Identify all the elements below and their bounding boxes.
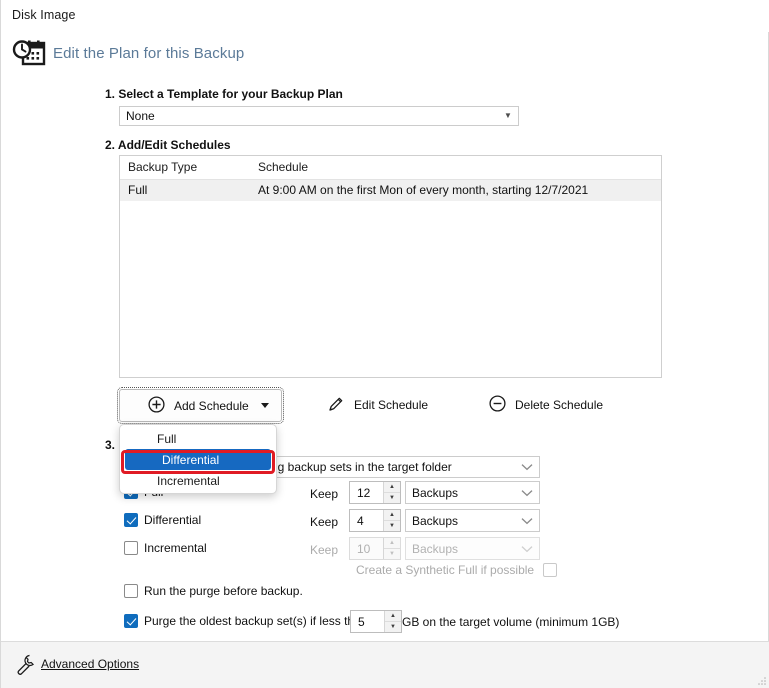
add-schedule-label: Add Schedule	[174, 398, 249, 413]
disk-image-wizard-window: Disk Image Edit the Plan for this Backup…	[0, 0, 769, 688]
stepper-down-icon[interactable]: ▼	[385, 622, 401, 632]
run-purge-before-backup-row[interactable]: Run the purge before backup.	[124, 584, 303, 598]
schedule-list-header: Backup Type Schedule	[120, 156, 661, 180]
step-2-label: 2. Add/Edit Schedules	[105, 138, 231, 152]
template-select-value: None	[126, 109, 155, 123]
stepper-down-icon: ▼	[384, 549, 400, 559]
cell-schedule: At 9:00 AM on the first Mon of every mon…	[258, 183, 589, 197]
caret-down-icon: ▼	[504, 111, 512, 120]
purge-oldest-threshold-stepper[interactable]: 5 ▲ ▼	[350, 610, 402, 633]
step-3-number: 3.	[105, 438, 116, 452]
purge-scope-select[interactable]: ng backup sets in the target folder	[264, 456, 540, 478]
synthetic-full-checkbox	[543, 563, 558, 577]
keep-label-differential: Keep	[310, 515, 339, 529]
purge-incremental-checkbox-row[interactable]: Incremental	[124, 541, 207, 555]
keep-unit-incremental-value: Backups	[412, 541, 459, 556]
menu-item-differential[interactable]: Differential	[125, 449, 271, 470]
template-select[interactable]: None ▼	[119, 106, 519, 126]
keep-unit-differential-select[interactable]: Backups	[405, 509, 540, 532]
purge-scope-value: ng backup sets in the target folder	[271, 460, 452, 474]
purge-differential-checkbox-row[interactable]: Differential	[124, 513, 201, 527]
keep-unit-differential-value: Backups	[412, 513, 459, 528]
edit-schedule-label: Edit Schedule	[354, 398, 429, 412]
keep-label-incremental: Keep	[310, 543, 339, 557]
synthetic-full-label: Create a Synthetic Full if possible	[356, 563, 535, 577]
minus-circle-icon	[489, 395, 506, 415]
keep-count-differential-value: 4	[357, 514, 364, 528]
keep-unit-full-select[interactable]: Backups	[405, 481, 540, 504]
purge-oldest-threshold-value: 5	[358, 615, 365, 629]
pencil-icon	[327, 395, 345, 416]
stepper-down-icon[interactable]: ▼	[384, 521, 400, 531]
keep-unit-full-value: Backups	[412, 485, 459, 500]
run-purge-before-backup-label: Run the purge before backup.	[144, 584, 303, 598]
column-header-backup-type: Backup Type	[128, 160, 198, 174]
wizard-footer: Advanced Options Help < Back Next > Canc…	[1, 641, 769, 688]
add-schedule-button[interactable]: Add Schedule	[117, 387, 284, 424]
stepper-buttons: ▲ ▼	[383, 538, 400, 559]
window-titlebar: Disk Image	[1, 0, 769, 32]
stepper-up-icon[interactable]: ▲	[384, 510, 400, 521]
keep-count-incremental-value: 10	[357, 542, 371, 556]
menu-item-full[interactable]: Full	[120, 428, 276, 449]
stepper-up-icon[interactable]: ▲	[384, 482, 400, 493]
purge-oldest-row[interactable]: Purge the oldest backup set(s) if less t…	[124, 614, 367, 628]
stepper-buttons[interactable]: ▲ ▼	[383, 510, 400, 531]
purge-incremental-label: Incremental	[144, 541, 207, 555]
purge-oldest-suffix-label: GB on the target volume (minimum 1GB)	[402, 615, 620, 629]
chevron-down-icon	[515, 517, 539, 525]
table-row[interactable]: Full At 9:00 AM on the first Mon of ever…	[120, 180, 661, 201]
stepper-buttons[interactable]: ▲ ▼	[383, 482, 400, 503]
purge-incremental-checkbox[interactable]	[124, 541, 138, 555]
keep-label-full: Keep	[310, 487, 339, 501]
chevron-down-icon	[515, 463, 539, 471]
column-header-schedule: Schedule	[258, 160, 309, 174]
chevron-down-icon	[515, 489, 539, 497]
run-purge-before-backup-checkbox[interactable]	[124, 584, 138, 598]
advanced-options-link[interactable]: Advanced Options	[41, 657, 139, 671]
resize-grip-icon[interactable]	[757, 675, 767, 685]
purge-oldest-label: Purge the oldest backup set(s) if less t…	[144, 614, 368, 628]
edit-schedule-button[interactable]: Edit Schedule	[327, 395, 428, 415]
chevron-down-icon	[515, 545, 539, 553]
purge-differential-checkbox[interactable]	[124, 513, 138, 527]
keep-count-full-stepper[interactable]: 12 ▲ ▼	[349, 481, 401, 504]
cell-backup-type: Full	[128, 183, 148, 197]
keep-count-incremental-stepper: 10 ▲ ▼	[349, 537, 401, 560]
schedule-list[interactable]: Backup Type Schedule Full At 9:00 AM on …	[119, 155, 662, 378]
delete-schedule-label: Delete Schedule	[515, 398, 604, 412]
keep-unit-incremental-select: Backups	[405, 537, 540, 560]
purge-oldest-checkbox[interactable]	[124, 614, 138, 628]
wrench-icon	[15, 653, 37, 675]
keep-count-differential-stepper[interactable]: 4 ▲ ▼	[349, 509, 401, 532]
step-1-label: 1. Select a Template for your Backup Pla…	[105, 87, 343, 101]
stepper-buttons[interactable]: ▲ ▼	[384, 611, 401, 632]
stepper-up-icon: ▲	[384, 538, 400, 549]
menu-item-incremental[interactable]: Incremental	[120, 470, 276, 491]
page-title: Edit the Plan for this Backup	[53, 45, 245, 62]
keep-count-full-value: 12	[357, 486, 371, 500]
delete-schedule-button[interactable]: Delete Schedule	[489, 395, 603, 415]
plus-circle-icon	[148, 395, 165, 416]
window-title: Disk Image	[12, 8, 76, 22]
add-schedule-menu[interactable]: Full Differential Incremental	[119, 424, 277, 494]
stepper-down-icon[interactable]: ▼	[384, 493, 400, 503]
caret-down-icon[interactable]	[261, 403, 269, 408]
stepper-up-icon[interactable]: ▲	[385, 611, 401, 622]
schedule-clock-calendar-icon	[11, 39, 47, 71]
synthetic-full-row: Create a Synthetic Full if possible	[356, 563, 558, 577]
purge-differential-label: Differential	[144, 513, 202, 527]
